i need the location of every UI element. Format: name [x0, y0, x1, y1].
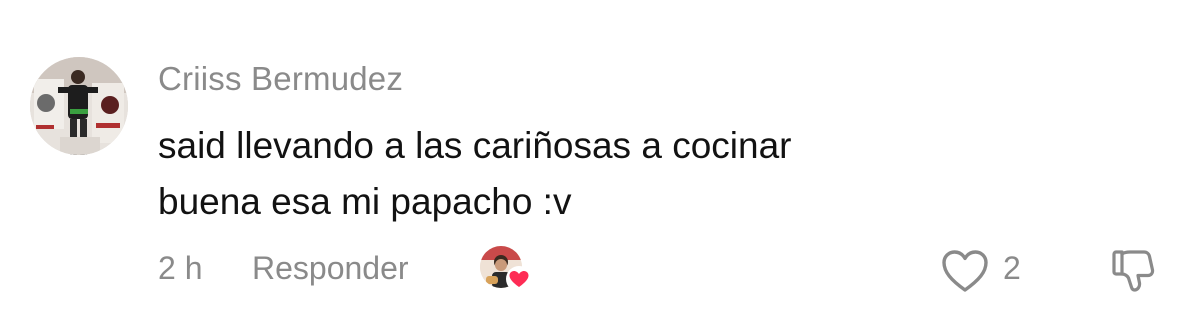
thumbs-down-icon[interactable] [1108, 246, 1158, 296]
heart-outline-icon[interactable] [940, 248, 990, 294]
comment-username[interactable]: Criiss Bermudez [158, 60, 403, 98]
avatar-image [30, 57, 128, 155]
comment-text: said llevando a las cariñosas a cocinar … [158, 118, 1058, 230]
reply-button[interactable]: Responder [252, 250, 409, 287]
user-avatar[interactable] [30, 57, 128, 155]
creator-liked-badge [480, 246, 532, 294]
comment-item: Criiss Bermudez said llevando a las cari… [0, 0, 1200, 327]
like-count: 2 [1003, 250, 1021, 286]
comment-text-line: buena esa mi papacho :v [158, 181, 572, 222]
comment-text-line: said llevando a las cariñosas a cocinar [158, 125, 792, 166]
comment-timestamp: 2 h [158, 250, 203, 286]
heart-filled-icon [506, 266, 532, 292]
